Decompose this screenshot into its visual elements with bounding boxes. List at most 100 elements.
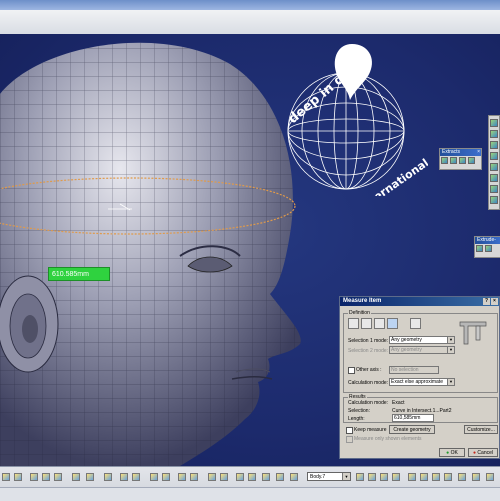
extrude-toolbar-title: Extrude-: [475, 237, 500, 244]
measure-between-icon[interactable]: [348, 318, 359, 329]
title-bar: [0, 0, 500, 10]
tool-icon[interactable]: [248, 473, 256, 481]
extracts-toolbar-title: Extracts ×: [440, 149, 481, 156]
definition-group: Definition Selection 1 mode: Any geometr…: [343, 310, 498, 393]
tool-icon[interactable]: [458, 473, 466, 481]
close-icon[interactable]: ×: [477, 149, 480, 156]
tool-icon[interactable]: [104, 473, 112, 481]
chevron-down-icon[interactable]: ▼: [447, 379, 454, 385]
svg-text:international: international: [358, 156, 428, 196]
chevron-down-icon[interactable]: ▼: [447, 337, 454, 343]
extrude-icon[interactable]: [476, 245, 483, 252]
tool-icon[interactable]: [380, 473, 388, 481]
extracts-toolbar[interactable]: Extracts ×: [439, 148, 482, 170]
tool-icon[interactable]: [356, 473, 364, 481]
tool-icon[interactable]: [368, 473, 376, 481]
result-calc-mode-label: Calculation mode:: [348, 400, 389, 406]
tool-icon[interactable]: [444, 473, 452, 481]
tool-icon[interactable]: [2, 473, 10, 481]
result-selection-label: Selection:: [348, 408, 370, 414]
extract-boundary-icon[interactable]: [459, 157, 466, 164]
tool-icon[interactable]: [54, 473, 62, 481]
tool-icon[interactable]: [392, 473, 400, 481]
create-geometry-button[interactable]: Create geometry: [389, 425, 435, 434]
tool-icon[interactable]: [290, 473, 298, 481]
result-calc-mode-value: Exact: [392, 400, 405, 406]
chevron-down-icon[interactable]: ▼: [342, 473, 350, 480]
tool-icon[interactable]: [236, 473, 244, 481]
tool-icon[interactable]: [132, 473, 140, 481]
measure-mode-icons: [348, 318, 438, 330]
tool-icon[interactable]: [276, 473, 284, 481]
selection1-mode-label: Selection 1 mode:: [348, 338, 389, 344]
measure-fan-icon[interactable]: [374, 318, 385, 329]
length-field[interactable]: 610,585mm: [392, 414, 434, 422]
tool-icon[interactable]: [490, 163, 498, 171]
dialog-title: Measure Item ? ×: [340, 297, 499, 306]
measure-thickness-icon[interactable]: [410, 318, 421, 329]
tool-icon[interactable]: [150, 473, 158, 481]
revolve-icon[interactable]: [485, 245, 492, 252]
extract-curve-icon[interactable]: [468, 157, 475, 164]
selection1-mode-select[interactable]: Any geometry ▼: [389, 336, 455, 344]
customize-button[interactable]: Customize...: [464, 425, 498, 434]
right-toolbar[interactable]: [488, 115, 500, 210]
calculation-mode-select[interactable]: Exact else approximate ▼: [389, 378, 455, 386]
tool-icon[interactable]: [208, 473, 216, 481]
body-select[interactable]: Body.7 ▼: [307, 472, 351, 481]
other-axis-field: No selection: [389, 366, 439, 374]
tool-icon[interactable]: [120, 473, 128, 481]
bottom-toolbar: Body.7 ▼: [0, 466, 500, 501]
selection2-mode-select: Any geometry ▼: [389, 346, 455, 354]
other-axis-label: Other axis :: [356, 367, 382, 373]
extrude-toolbar[interactable]: Extrude-: [474, 236, 500, 258]
extract-icon[interactable]: [441, 157, 448, 164]
tool-icon[interactable]: [490, 174, 498, 182]
result-length-label: Length:: [348, 416, 365, 422]
tool-icon[interactable]: [486, 473, 494, 481]
keep-measure-checkbox[interactable]: [346, 427, 353, 434]
tool-icon[interactable]: [14, 473, 22, 481]
tool-icon[interactable]: [490, 196, 498, 204]
tool-icon[interactable]: [42, 473, 50, 481]
svg-text:deep in dis: deep in dis: [286, 64, 358, 127]
selection2-mode-label: Selection 2 mode:: [348, 348, 389, 354]
status-line: [0, 487, 500, 501]
tool-icon[interactable]: [490, 130, 498, 138]
tool-icon[interactable]: [178, 473, 186, 481]
calculation-mode-label: Calculation mode:: [348, 380, 389, 386]
tool-icon[interactable]: [490, 141, 498, 149]
tool-icon[interactable]: [262, 473, 270, 481]
tool-icon[interactable]: [420, 473, 428, 481]
other-axis-checkbox[interactable]: [348, 367, 355, 374]
help-button[interactable]: ?: [483, 298, 490, 305]
menu-toolbar-area: [0, 10, 500, 35]
tool-icon[interactable]: [490, 185, 498, 193]
tool-icon[interactable]: [472, 473, 480, 481]
tool-icon[interactable]: [220, 473, 228, 481]
close-button[interactable]: ×: [491, 298, 498, 305]
tool-icon[interactable]: [30, 473, 38, 481]
keep-measure-label: Keep measure: [354, 427, 387, 433]
tool-icon[interactable]: [86, 473, 94, 481]
tool-icon[interactable]: [408, 473, 416, 481]
tool-icon[interactable]: [162, 473, 170, 481]
measure-only-shown-checkbox: [346, 436, 353, 443]
tool-icon[interactable]: [490, 152, 498, 160]
tool-icon[interactable]: [490, 119, 498, 127]
tool-icon[interactable]: [72, 473, 80, 481]
measure-chain-icon[interactable]: [361, 318, 372, 329]
chevron-down-icon: ▼: [447, 347, 454, 353]
measure-value-tag: 610.585mm: [48, 267, 110, 281]
ear: [0, 275, 59, 373]
tool-icon[interactable]: [432, 473, 440, 481]
logo-globe: deep in dis international: [286, 44, 428, 196]
extract-multi-icon[interactable]: [450, 157, 457, 164]
cancel-button[interactable]: ● Cancel: [468, 448, 498, 457]
ok-button[interactable]: ● OK: [439, 448, 465, 457]
results-group: Results Calculation mode: Exact Selectio…: [343, 394, 498, 423]
measure-only-shown-label: Measure only shown elements: [354, 436, 422, 442]
tool-icon[interactable]: [190, 473, 198, 481]
measure-item-icon[interactable]: [387, 318, 398, 329]
definition-label: Definition: [348, 310, 371, 316]
